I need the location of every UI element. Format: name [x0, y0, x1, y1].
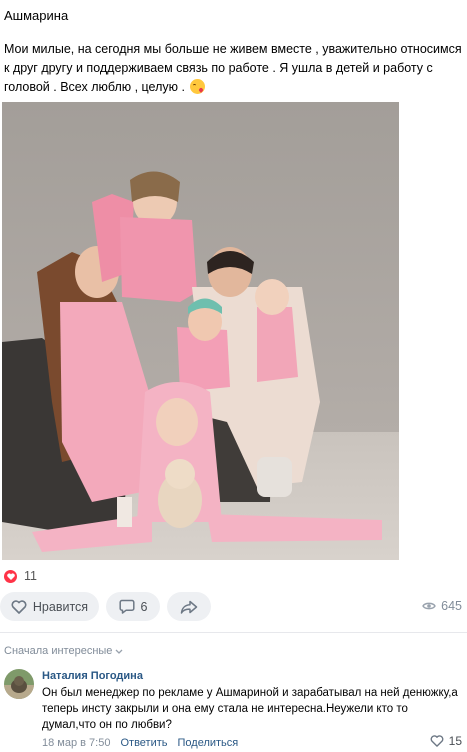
face-blowing-kiss-icon [190, 79, 206, 94]
post-author[interactable]: Ашмарина [4, 8, 68, 23]
avatar-image [4, 669, 34, 699]
post-text: Мои милые, на сегодня мы больше не живем… [4, 40, 462, 97]
like-button[interactable]: Нравится [0, 592, 99, 621]
eye-icon [422, 602, 436, 610]
comment-like-button[interactable]: 15 [430, 734, 462, 748]
family-photo[interactable] [2, 102, 399, 560]
comment-text: Он был менеджер по рекламе у Ашмариной и… [42, 687, 458, 731]
heart-outline-icon [11, 599, 27, 614]
likes-count: 11 [24, 569, 37, 583]
heart-outline-icon [430, 735, 444, 747]
likes-summary[interactable]: 11 [4, 568, 37, 584]
family-photo-drawing [2, 102, 399, 560]
comments-sort-dropdown[interactable]: Сначала интересные [4, 645, 123, 657]
share-comment-link[interactable]: Поделиться [178, 737, 239, 749]
share-icon [180, 600, 198, 614]
post-actions: Нравится 6 645 [0, 592, 467, 622]
views-count: 645 [441, 599, 462, 613]
comment-icon [118, 599, 135, 614]
reply-link[interactable]: Ответить [120, 737, 167, 749]
comment-button[interactable]: 6 [106, 592, 160, 621]
chevron-down-icon [115, 649, 123, 654]
comments-count: 6 [140, 599, 148, 614]
heart-icon [4, 569, 17, 583]
views-counter: 645 [422, 599, 462, 613]
sort-label: Сначала интересные [4, 645, 113, 657]
share-button[interactable] [167, 592, 211, 621]
comment-likes-count: 15 [448, 734, 462, 748]
like-label: Нравится [32, 599, 89, 614]
comment-date[interactable]: 18 мар в 7:50 [42, 737, 110, 749]
comment-author[interactable]: Наталия Погодина [42, 670, 143, 682]
avatar[interactable] [4, 669, 34, 699]
comment-meta: 18 мар в 7:50 Ответить Поделиться [42, 737, 238, 749]
comments-divider [0, 632, 467, 633]
post-text-content: Мои милые, на сегодня мы больше не живем… [4, 42, 462, 94]
